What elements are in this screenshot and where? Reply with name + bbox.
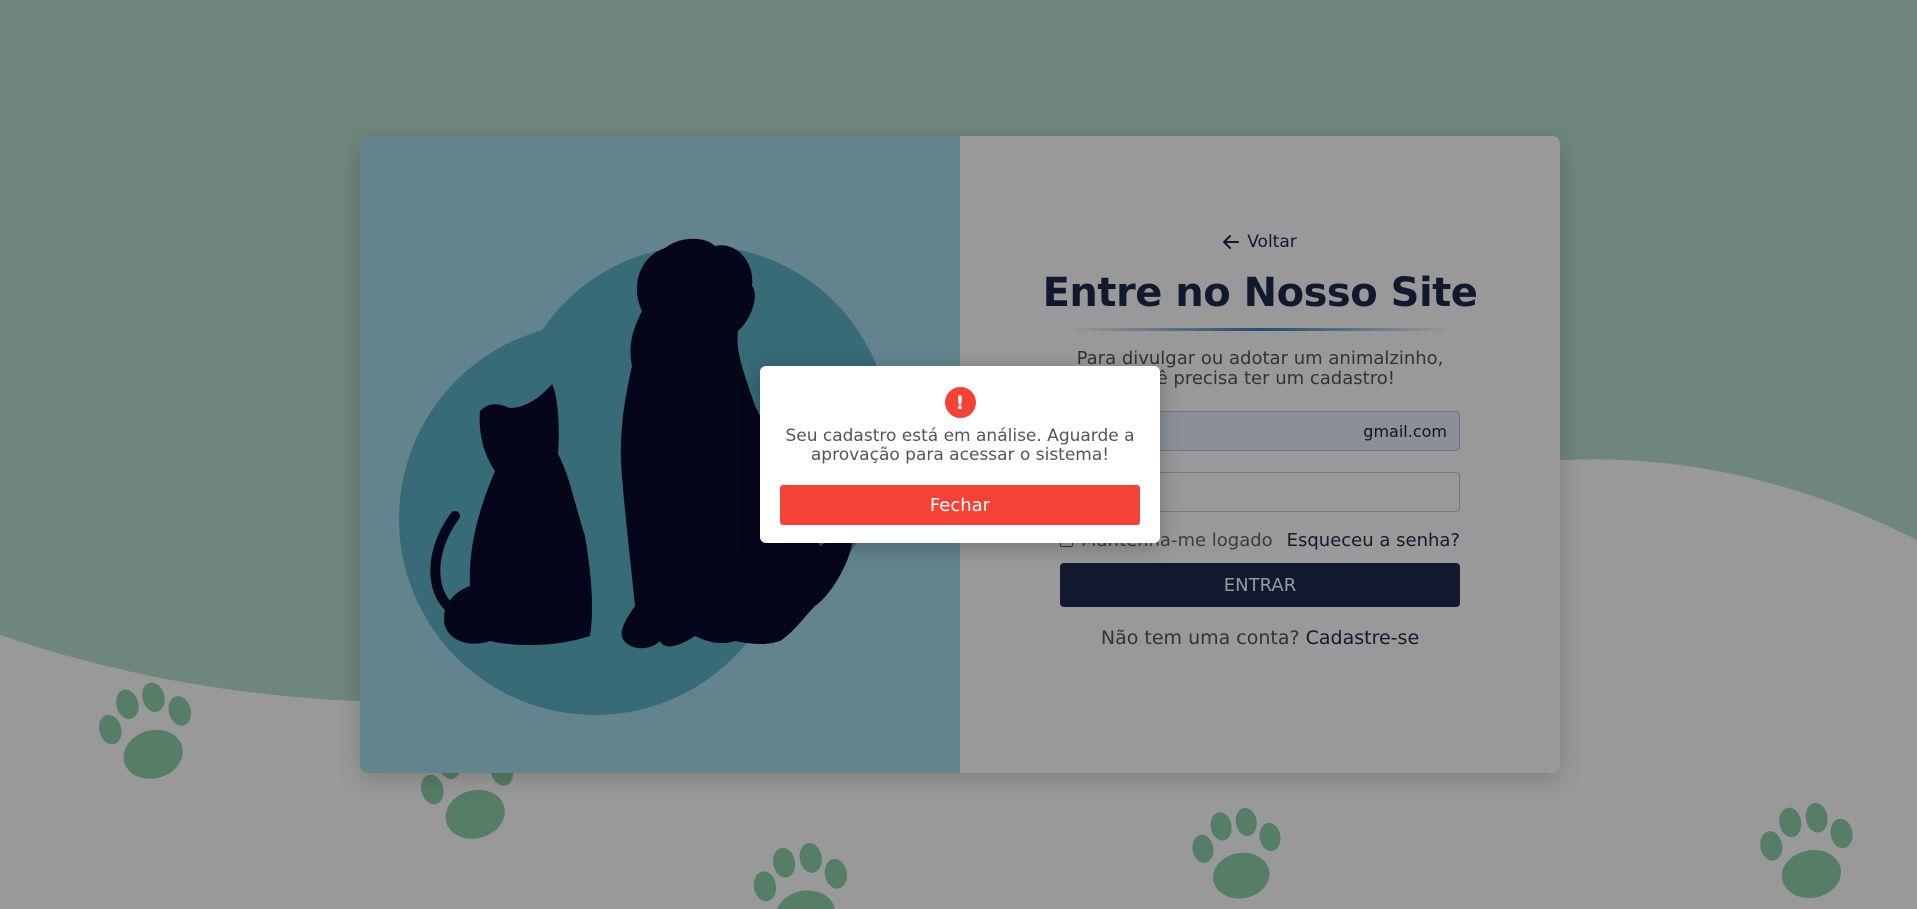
close-button[interactable]: Fechar [780, 485, 1140, 525]
alert-message: Seu cadastro está em análise. Aguarde a … [785, 426, 1135, 465]
alert-exclamation-icon: ! [944, 387, 976, 418]
alert-dialog: ! Seu cadastro está em análise. Aguarde … [760, 366, 1160, 543]
